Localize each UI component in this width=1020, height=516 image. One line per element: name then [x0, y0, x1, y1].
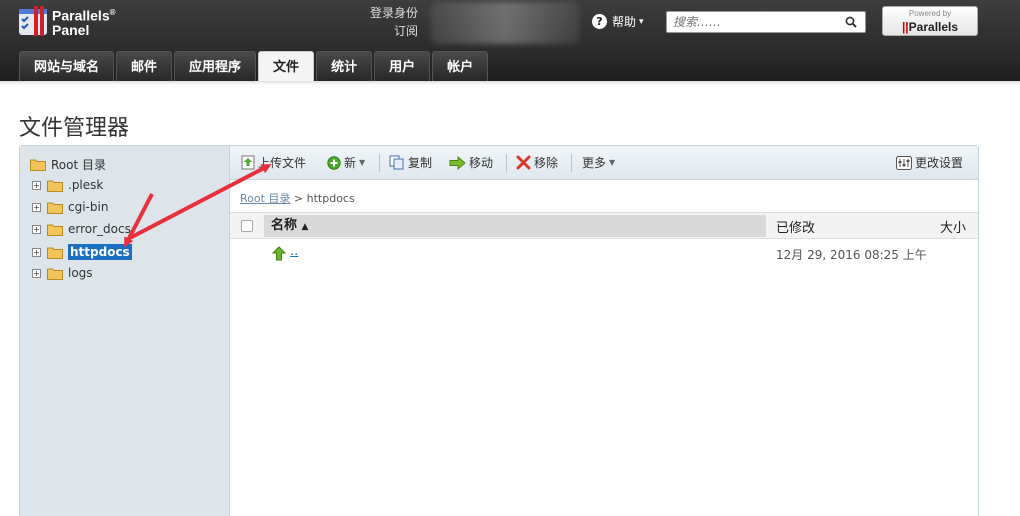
parallels-logo-icon: [18, 6, 48, 37]
tree-item-label: logs: [68, 266, 93, 280]
tree-item-label: .plesk: [68, 178, 104, 192]
logo-line-2: Panel: [52, 21, 90, 38]
column-header-modified[interactable]: 已修改: [776, 217, 815, 236]
tab-account[interactable]: 帐户: [432, 51, 489, 82]
change-settings-button[interactable]: 更改设置: [896, 154, 963, 171]
breadcrumb: Root 目录 > httpdocs: [240, 190, 355, 206]
folder-icon: [30, 159, 46, 171]
tab-files[interactable]: 文件: [258, 51, 315, 82]
subscription-label: 订阅: [394, 24, 419, 38]
tree-item-label: error_docs: [68, 222, 131, 236]
tab-statistics[interactable]: 统计: [316, 51, 373, 82]
tab-websites-domains[interactable]: 网站与域名: [19, 51, 115, 82]
search-box: [666, 11, 866, 33]
change-settings-label: 更改设置: [915, 156, 964, 170]
breadcrumb-separator: >: [293, 192, 304, 205]
chevron-down-icon: ▼: [359, 158, 366, 167]
upload-icon: [241, 155, 255, 170]
main-tabs: 网站与域名 邮件 应用程序 文件 统计 用户 帐户: [19, 51, 490, 82]
tab-mail[interactable]: 邮件: [116, 51, 173, 82]
breadcrumb-root-link[interactable]: Root 目录: [240, 192, 290, 205]
toolbar-divider: [571, 154, 572, 172]
folder-tree: Root 目录 + .plesk + cgi-bin + error_docs …: [20, 146, 230, 516]
remove-label: 移除: [534, 156, 559, 170]
copy-button[interactable]: 复制: [389, 154, 432, 171]
help-label: 帮助: [612, 15, 637, 29]
chevron-down-icon: ▾: [639, 16, 644, 27]
more-label: 更多: [582, 156, 607, 170]
top-header: Parallels® Panel 登录身份 订阅 ? 帮助 ▾ Powered …: [0, 0, 1020, 82]
header-divider: [0, 81, 1020, 85]
parallels-panel-logo[interactable]: Parallels® Panel: [18, 6, 116, 37]
powered-by-parallels-badge[interactable]: Powered by ||Parallels: [882, 6, 978, 36]
parent-folder-link[interactable]: ..: [290, 244, 298, 259]
folder-icon: [47, 224, 63, 236]
tree-item-plesk[interactable]: + .plesk: [32, 178, 103, 192]
move-button[interactable]: 移动: [449, 154, 493, 171]
expand-icon[interactable]: +: [32, 202, 41, 212]
upload-file-button[interactable]: 上传文件: [241, 154, 306, 171]
table-row: .. 12月 29, 2016 08:25 上午: [230, 242, 978, 266]
tree-root[interactable]: Root 目录: [30, 156, 106, 173]
toolbar-divider: [506, 154, 507, 172]
search-input[interactable]: [673, 14, 838, 30]
breadcrumb-current: httpdocs: [306, 192, 355, 205]
badge-main-text: ||Parallels: [883, 20, 977, 34]
copy-icon: [389, 155, 404, 170]
expand-icon[interactable]: +: [32, 224, 41, 234]
sort-ascending-icon: ▲: [301, 222, 309, 232]
logo-registered-mark: ®: [109, 8, 116, 17]
badge-top-text: Powered by: [908, 9, 952, 18]
logo-text: Parallels® Panel: [52, 6, 116, 37]
login-info: 登录身份 订阅: [370, 4, 418, 40]
table-header: 名称 ▲ 已修改 大小: [230, 212, 978, 239]
page-title: 文件管理器: [19, 116, 130, 141]
redacted-user-info: [430, 2, 580, 44]
folder-icon: [47, 247, 63, 259]
folder-icon: [47, 180, 63, 192]
column-header-size[interactable]: 大小: [940, 217, 966, 236]
parent-folder-up-icon[interactable]: [272, 246, 286, 261]
toolbar-divider: [379, 154, 380, 172]
help-icon: ?: [592, 14, 607, 29]
file-manager-panel: Root 目录 + .plesk + cgi-bin + error_docs …: [19, 145, 979, 516]
expand-icon[interactable]: +: [32, 247, 41, 257]
column-header-name[interactable]: 名称 ▲: [264, 215, 766, 237]
arrow-right-icon: [449, 155, 466, 170]
folder-icon: [47, 202, 63, 214]
settings-sliders-icon: [896, 155, 912, 170]
remove-x-icon: [516, 155, 531, 170]
copy-label: 复制: [408, 156, 433, 170]
move-label: 移动: [469, 156, 494, 170]
tree-item-error-docs[interactable]: + error_docs: [32, 222, 131, 236]
parallels-bars-icon: ||: [901, 20, 909, 34]
login-label: 登录身份: [370, 6, 419, 20]
column-name-label: 名称: [271, 218, 298, 233]
select-all-checkbox[interactable]: [241, 220, 253, 232]
search-icon[interactable]: [845, 16, 857, 28]
new-button[interactable]: 新 ▼: [327, 154, 365, 171]
help-menu[interactable]: ? 帮助 ▾: [592, 13, 644, 30]
tab-users[interactable]: 用户: [374, 51, 431, 82]
tree-item-label: httpdocs: [68, 244, 132, 260]
tab-applications[interactable]: 应用程序: [174, 51, 257, 82]
tree-item-cgi-bin[interactable]: + cgi-bin: [32, 200, 108, 214]
chevron-down-icon: ▼: [609, 158, 616, 167]
more-menu-button[interactable]: 更多 ▼: [582, 154, 615, 171]
tree-item-logs[interactable]: + logs: [32, 266, 93, 280]
tree-root-label: Root 目录: [51, 158, 107, 172]
expand-icon[interactable]: +: [32, 268, 41, 278]
badge-brand: Parallels: [908, 20, 959, 34]
remove-button[interactable]: 移除: [516, 154, 558, 171]
plus-circle-icon: [327, 155, 341, 170]
file-toolbar: 上传文件 新 ▼ 复制 移动 移除 更多 ▼ 更改设置: [230, 146, 978, 180]
folder-icon: [47, 268, 63, 280]
file-list-area: 上传文件 新 ▼ 复制 移动 移除 更多 ▼ 更改设置 Root 目录 > ht…: [230, 146, 978, 516]
row-modified-date: 12月 29, 2016 08:25 上午: [776, 248, 927, 262]
expand-icon[interactable]: +: [32, 180, 41, 190]
tree-item-label: cgi-bin: [68, 200, 109, 214]
tree-item-httpdocs[interactable]: + httpdocs: [32, 244, 132, 260]
upload-file-label: 上传文件: [258, 156, 307, 170]
new-label: 新: [344, 156, 357, 170]
